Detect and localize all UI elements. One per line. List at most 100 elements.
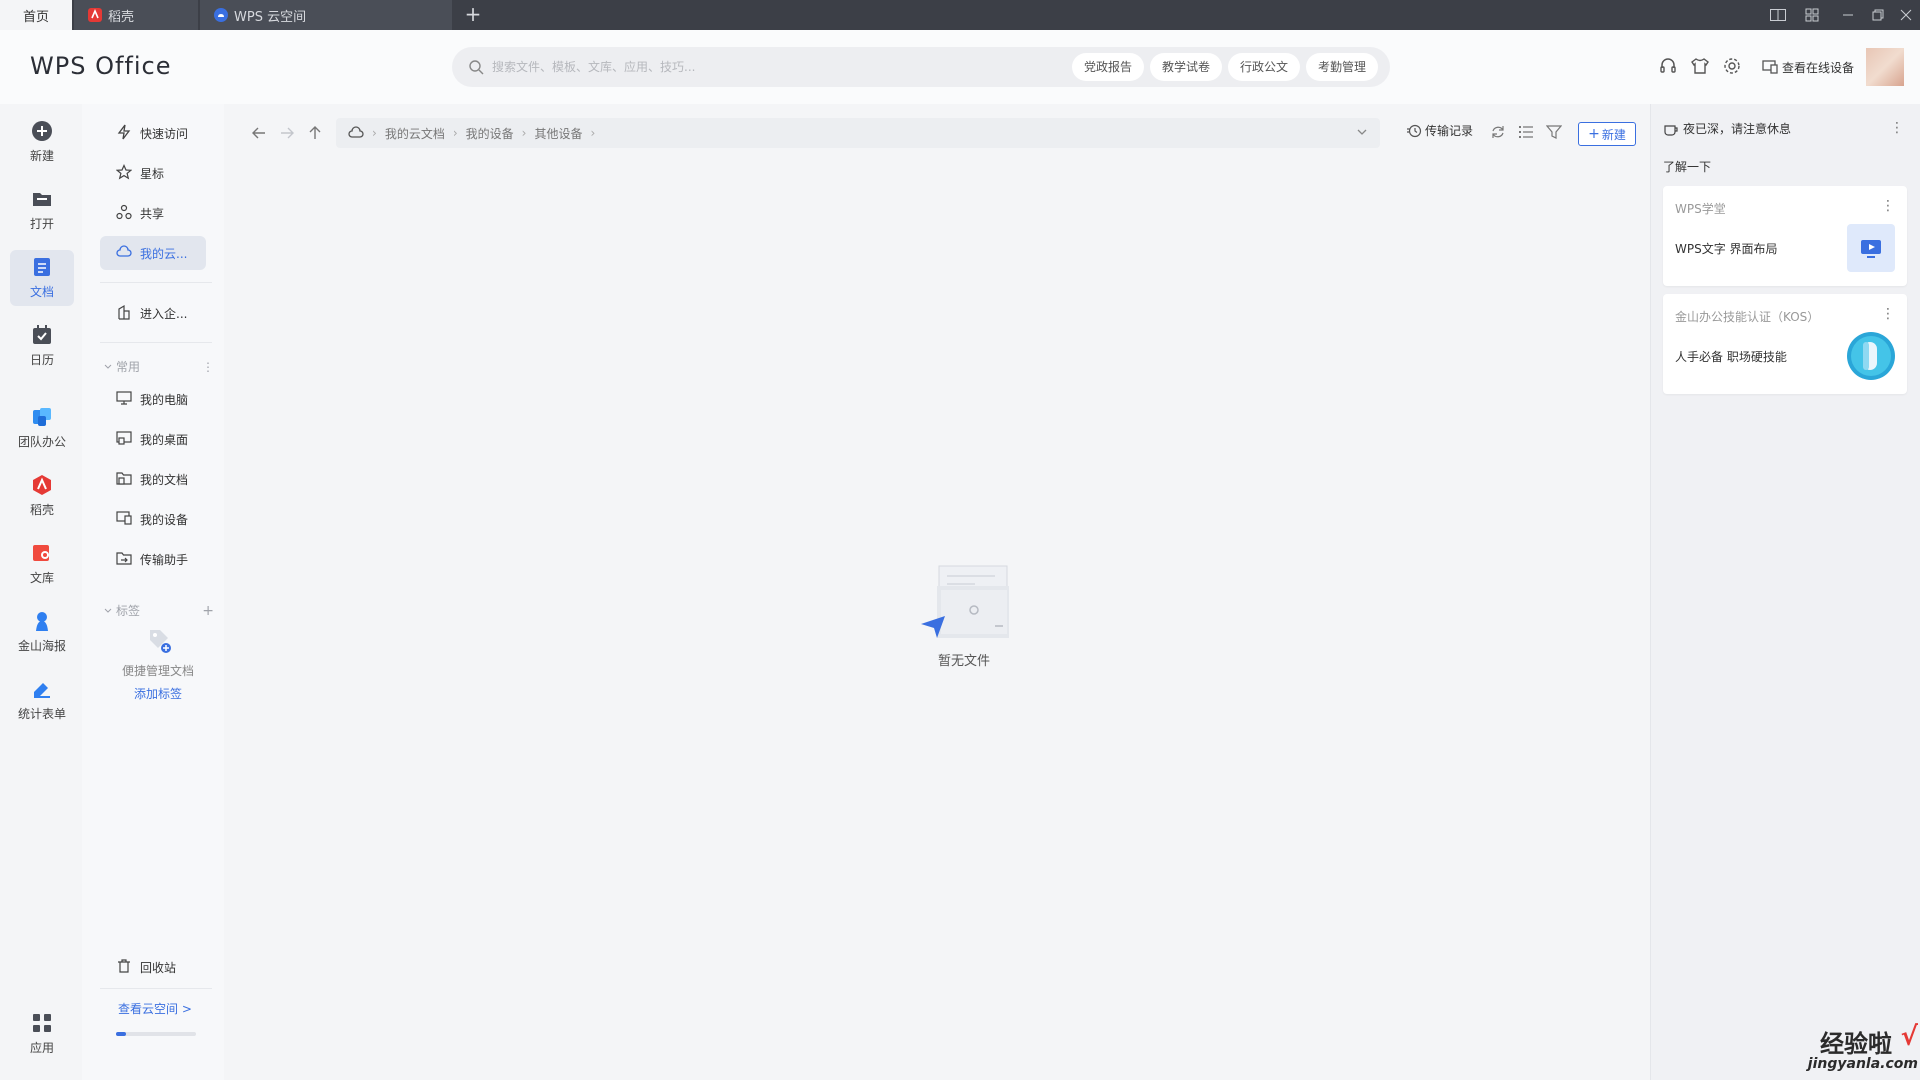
breadcrumb-item[interactable]: 我的云文档 [385, 125, 445, 142]
storage-progress-fill [116, 1032, 126, 1036]
new-button-label: 新建 [1601, 127, 1626, 142]
folder-panel: 快速访问 星标 共享 我的云... 进入企... 常用 ⋮ 我的电脑 我的桌面 … [82, 104, 224, 1080]
more-icon[interactable]: ⋮ [1881, 306, 1895, 322]
app-header: WPS Office 党政报告 教学试卷 行政公文 考勤管理 查看在线设备 [0, 30, 1920, 104]
transfer-record-button[interactable]: 传输记录 [1406, 122, 1473, 139]
device-icon [116, 510, 134, 528]
folder-trash-label: 回收站 [140, 960, 177, 975]
tag-illustration-icon [142, 624, 174, 656]
watermark: 经验啦 √ jingyanla.com [1790, 1022, 1920, 1080]
add-tag-icon[interactable]: + [202, 603, 214, 619]
nav-calendar[interactable]: 日历 [10, 318, 74, 374]
breadcrumb-item[interactable]: 我的设备 [466, 125, 514, 142]
tab-docer[interactable]: 稻壳 [74, 0, 198, 30]
avatar[interactable] [1866, 48, 1904, 86]
restore-icon[interactable] [1868, 5, 1888, 25]
gear-icon[interactable] [1722, 56, 1744, 78]
tab-home[interactable]: 首页 [0, 0, 72, 30]
nav-open[interactable]: 打开 [10, 182, 74, 238]
minimize-icon[interactable] [1838, 5, 1858, 25]
nav-docer[interactable]: 稻壳 [10, 468, 74, 524]
search-bar[interactable]: 党政报告 教学试卷 行政公文 考勤管理 [452, 47, 1390, 87]
team-icon [31, 406, 53, 428]
folder-open-icon [31, 188, 53, 210]
grid-view-icon[interactable] [1802, 5, 1822, 25]
nav-documents[interactable]: 文档 [10, 250, 74, 306]
nav-docer-label: 稻壳 [29, 503, 54, 517]
up-arrow-icon[interactable] [306, 124, 328, 146]
nav-new[interactable]: 新建 [10, 114, 74, 170]
search-chip[interactable]: 教学试卷 [1150, 53, 1223, 81]
list-view-icon[interactable] [1518, 124, 1538, 144]
search-icon [468, 59, 484, 75]
card-body: 人手必备 职场硬技能 [1675, 350, 1787, 364]
plus-circle-icon [31, 120, 53, 142]
docer-icon [31, 474, 53, 496]
empty-folder-illustration-icon [919, 564, 1009, 644]
view-online-devices-button[interactable]: 查看在线设备 [1762, 56, 1854, 78]
document-icon [31, 256, 53, 278]
layout-toggle-icon[interactable] [1768, 5, 1788, 25]
desktop-icon [116, 430, 134, 448]
folder-my-cloud-label: 我的云... [140, 246, 188, 261]
nav-apps[interactable]: 应用 [10, 1006, 74, 1062]
search-chip[interactable]: 党政报告 [1072, 53, 1145, 81]
more-icon[interactable]: ⋮ [202, 360, 214, 374]
divider [100, 282, 212, 283]
common-section-header[interactable]: 常用 ⋮ [104, 358, 214, 375]
wps-academy-card[interactable]: WPS学堂 ⋮ WPS文字 界面布局 [1663, 186, 1907, 286]
tab-home-label: 首页 [22, 9, 49, 25]
breadcrumb: › 我的云文档 › 我的设备 › 其他设备 › [336, 118, 1380, 148]
card-header: 金山办公技能认证（KOS） [1675, 310, 1820, 324]
nav-stat-form-label: 统计表单 [17, 707, 66, 721]
search-input[interactable] [492, 55, 1052, 79]
refresh-icon[interactable] [1490, 124, 1510, 144]
tag-tip-text: 便捷管理文档 [121, 664, 194, 678]
empty-state: 暂无文件 [884, 564, 1044, 669]
nav-calendar-label: 日历 [29, 353, 54, 367]
new-tab-button[interactable]: + [462, 4, 484, 26]
search-chip[interactable]: 行政公文 [1228, 53, 1301, 81]
forward-arrow-icon[interactable] [278, 124, 300, 146]
more-icon[interactable]: ⋮ [1890, 120, 1904, 136]
folder-shared-label: 共享 [140, 206, 165, 221]
title-bar: 首页 稻壳 WPS 云空间 + [0, 0, 1920, 30]
headset-icon[interactable] [1658, 56, 1680, 78]
folder-my-cloud[interactable]: 我的云... [100, 236, 206, 270]
nav-library[interactable]: 文库 [10, 536, 74, 592]
poster-icon [31, 610, 53, 632]
chevron-right-icon: › [372, 126, 377, 140]
search-chip[interactable]: 考勤管理 [1306, 53, 1379, 81]
left-nav: 新建 打开 文档 日历 团队办公 稻壳 文库 金山海报 统计表单 应用 [0, 104, 82, 1080]
kos-certification-card[interactable]: 金山办公技能认证（KOS） ⋮ 人手必备 职场硬技能 [1663, 294, 1907, 394]
apps-grid-icon [31, 1012, 53, 1034]
nav-team-office[interactable]: 团队办公 [10, 400, 74, 456]
nav-poster[interactable]: 金山海报 [10, 604, 74, 660]
breadcrumb-dropdown-icon[interactable] [1356, 126, 1368, 138]
more-icon[interactable]: ⋮ [1881, 198, 1895, 214]
form-icon [31, 678, 53, 700]
folder-my-desktop-label: 我的桌面 [140, 432, 189, 447]
tags-section-header[interactable]: 标签 + [104, 602, 214, 619]
library-icon [31, 542, 53, 564]
enterprise-icon [116, 304, 134, 322]
folder-my-devices-label: 我的设备 [140, 512, 189, 527]
close-icon[interactable] [1896, 5, 1916, 25]
folder-my-documents-label: 我的文档 [140, 472, 189, 487]
filter-icon[interactable] [1546, 124, 1566, 144]
view-online-devices-label: 查看在线设备 [1782, 60, 1855, 75]
cloud-icon[interactable] [348, 126, 364, 140]
view-cloud-space-link[interactable]: 查看云空间 > [118, 1000, 192, 1017]
learn-more-heading: 了解一下 [1663, 160, 1712, 174]
history-icon [1406, 123, 1422, 139]
shirt-icon[interactable] [1690, 56, 1712, 78]
star-icon [116, 164, 134, 182]
breadcrumb-item[interactable]: 其他设备 [534, 125, 582, 142]
back-arrow-icon[interactable] [250, 124, 272, 146]
tab-wps-cloud[interactable]: WPS 云空间 [200, 0, 452, 30]
storage-progress-bar [116, 1032, 196, 1036]
new-button[interactable]: + 新建 [1578, 122, 1636, 146]
video-play-icon [1847, 224, 1895, 272]
add-tag-link[interactable]: 添加标签 [112, 685, 204, 702]
nav-stat-form[interactable]: 统计表单 [10, 672, 74, 728]
